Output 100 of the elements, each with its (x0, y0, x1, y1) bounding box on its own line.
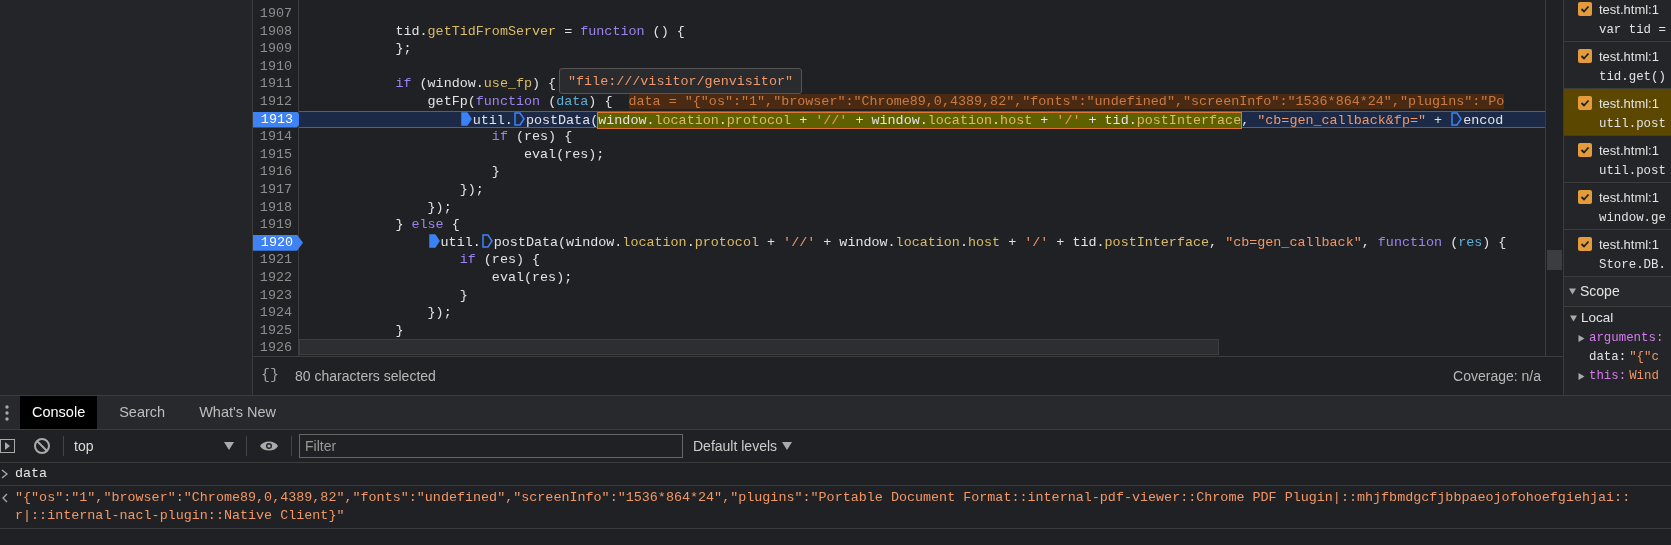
inline-value: data = "{"os":"1","browser":"Chrome89,0,4389,82","fonts":"undefined","screenInfo":"1536*864*24","plugins":"Po (628, 93, 1505, 109)
code-line: if (window.use_fp) { (394, 76, 557, 92)
line-number: 1925 (258, 321, 293, 340)
execution-marker-icon[interactable] (428, 233, 440, 248)
breakpoint-line-number[interactable]: 1920 (253, 234, 303, 251)
selected-expression: window.location.protocol + '//' + window.location.host + '/' + tid.postInterface (598, 112, 1242, 128)
execution-marker-icon[interactable] (1451, 111, 1463, 126)
line-number: 1909 (258, 40, 293, 58)
breakpoint-code: util.post (1599, 116, 1666, 133)
eye-icon[interactable] (259, 439, 279, 453)
breakpoint-location: test.html:1 (1599, 189, 1660, 207)
console-result-text: r|::internal-nacl-plugin::Native Client}" (15, 507, 346, 525)
line-number: 1926 (258, 339, 293, 356)
code-line: } (458, 287, 468, 303)
line-number: 1912 (258, 92, 293, 111)
checkmark-icon (1580, 51, 1590, 61)
code-line: }); (458, 181, 484, 197)
breakpoint-location: test.html:1 (1599, 1, 1660, 19)
result-chevron-icon (1, 493, 9, 503)
horizontal-scrollbar[interactable] (299, 339, 1219, 355)
line-number: 1923 (258, 286, 293, 305)
selection-status: 80 characters selected (295, 366, 436, 386)
breakpoint-location: test.html:1 (1599, 95, 1660, 113)
dropdown-caret-icon (224, 442, 234, 450)
code-line: } (394, 322, 404, 338)
code-line: }); (426, 199, 452, 215)
dropdown-caret-icon (782, 442, 793, 450)
line-number: 1921 (258, 251, 293, 269)
code-line: getFp(function (data) { data = "{"os":"1","browser":"Chrome89,0,4389,82","fonts":"undefined","screenInfo":"1536*864*24","plugins":"Po (426, 93, 1505, 109)
line-number: 1907 (258, 5, 293, 23)
breakpoint-location: test.html:1 (1599, 142, 1660, 160)
execution-marker-icon[interactable] (481, 233, 493, 248)
variable-name: arguments: (1589, 330, 1664, 348)
execution-marker-icon[interactable] (460, 111, 472, 126)
code-line: } else { (394, 217, 460, 233)
pretty-print-button[interactable]: {} (261, 364, 279, 388)
expanded-triangle-icon[interactable] (1569, 288, 1576, 295)
checkbox[interactable] (1578, 96, 1592, 110)
line-number: 1924 (258, 304, 293, 322)
drawer-tab[interactable]: Search (107, 396, 178, 429)
expanded-triangle-icon[interactable] (1570, 314, 1577, 322)
line-number: 1910 (258, 57, 293, 76)
log-levels-dropdown[interactable]: Default levels (693, 435, 793, 457)
sidebar-toggle-icon[interactable] (0, 438, 16, 454)
code-line: tid.getTidFromServer = function () { (394, 23, 685, 39)
filter-input[interactable]: Filter (299, 434, 683, 458)
code-line: if (res) { (458, 252, 541, 268)
line-number: 1922 (258, 268, 293, 287)
checkbox[interactable] (1578, 49, 1592, 63)
breakpoint-item[interactable]: test.html:1 util.post (1564, 136, 1671, 183)
line-number: 1911 (258, 75, 293, 93)
variable-value: Wind (1629, 368, 1659, 386)
execution-marker-icon[interactable] (513, 111, 525, 126)
code-line: eval(res); (490, 269, 573, 285)
checkmark-icon (1580, 192, 1590, 202)
breakpoint-item[interactable]: test.html:1 util.post (1564, 89, 1671, 136)
collapsed-triangle-icon[interactable] (1578, 373, 1585, 380)
checkmark-icon (1580, 4, 1590, 14)
breakpoint-location: test.html:1 (1599, 236, 1660, 254)
code-line: }); (426, 305, 452, 321)
coverage-status: Coverage: n/a (1453, 366, 1541, 386)
line-number: 1908 (258, 22, 293, 41)
checkbox[interactable] (1578, 2, 1592, 16)
line-number: 1916 (258, 163, 293, 181)
breakpoint-code: var tid = (1599, 22, 1666, 39)
variable-name: this: (1589, 368, 1627, 386)
line-number: 1917 (258, 180, 293, 199)
line-number: 1914 (258, 128, 293, 146)
breakpoint-code: tid.get() (1599, 69, 1666, 86)
checkmark-icon (1580, 145, 1590, 155)
code-line: } (490, 164, 500, 180)
code-line: }; (394, 41, 412, 57)
variable-value: "{"c (1629, 349, 1659, 367)
code-line: if (res) { (490, 129, 573, 145)
checkmark-icon (1580, 98, 1590, 108)
checkbox[interactable] (1578, 190, 1592, 204)
drawer-tab[interactable]: What's New (187, 396, 289, 429)
prompt-chevron-icon (1, 469, 9, 479)
vertical-scrollbar[interactable] (1547, 250, 1562, 270)
console-result-text: "{"os":"1","browser":"Chrome89,0,4389,82","fonts":"undefined","screenInfo":"1536*864*24","plugins":"Portable Document Format::internal-pdf-viewer::Chrome PDF Plugin|::mhjfbmdgcfjbbpaeojofohoefgiehjai:: (15, 489, 1631, 507)
breakpoint-item[interactable]: test.html:1 window.ge (1564, 183, 1671, 230)
breakpoint-location: test.html:1 (1599, 48, 1660, 66)
checkmark-icon (1580, 239, 1590, 249)
breakpoint-code: window.ge (1599, 210, 1666, 227)
line-number: 1918 (258, 198, 293, 217)
collapsed-triangle-icon[interactable] (1578, 335, 1585, 342)
console-command-text: data (15, 465, 48, 483)
line-number: 1919 (258, 216, 293, 234)
more-options-icon[interactable] (5, 404, 9, 421)
drawer-tab[interactable]: Console (20, 396, 98, 429)
clear-console-icon[interactable] (33, 437, 51, 455)
breakpoint-code: util.post (1599, 163, 1666, 180)
scope-group[interactable]: Local (1581, 307, 1614, 329)
checkbox[interactable] (1578, 237, 1592, 251)
breakpoint-code: Store.DB. (1599, 257, 1666, 274)
context-dropdown[interactable]: top (74, 435, 234, 457)
line-number: 1915 (258, 145, 293, 164)
variable-name: data: (1589, 349, 1627, 367)
checkbox[interactable] (1578, 143, 1592, 157)
breakpoint-item[interactable]: test.html:1 var tid = (1564, 0, 1671, 42)
